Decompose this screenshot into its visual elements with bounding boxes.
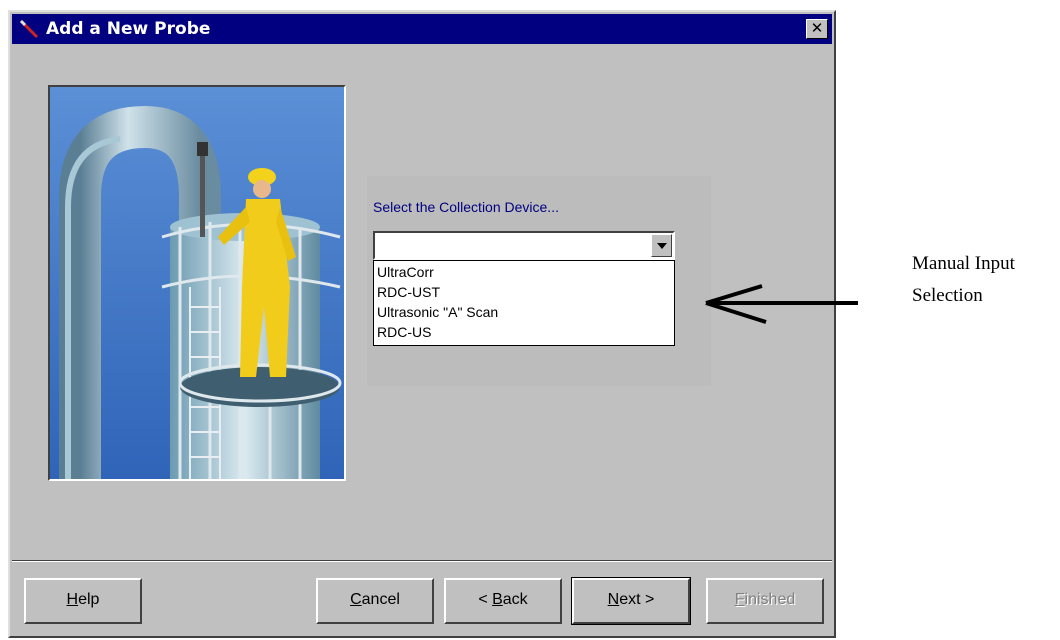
chevron-down-icon — [657, 243, 667, 249]
back-prefix: < — [478, 591, 493, 608]
help-mnemonic: H — [66, 591, 79, 608]
back-mnemonic: B — [492, 591, 503, 608]
finished-mnemonic: F — [734, 591, 745, 608]
close-button[interactable]: ✕ — [806, 19, 828, 39]
annotation-line-1: Manual Input — [912, 253, 1015, 274]
device-options-list[interactable]: UltraCorr RDC-UST Ultrasonic "A" Scan RD… — [373, 260, 675, 346]
collection-device-combo[interactable] — [373, 231, 675, 260]
option-rdc-us[interactable]: RDC-US — [374, 322, 674, 342]
cancel-button[interactable]: Cancel — [316, 578, 434, 624]
option-ultrasonic-a-scan[interactable]: Ultrasonic "A" Scan — [374, 302, 674, 322]
close-icon: ✕ — [810, 19, 824, 37]
next-label: ext > — [619, 591, 655, 608]
finished-label: inished — [744, 591, 796, 608]
back-label: ack — [502, 591, 528, 608]
back-button[interactable]: < Back — [444, 578, 562, 624]
cancel-label: ancel — [361, 591, 400, 608]
collection-device-label: Select the Collection Device... — [373, 199, 559, 215]
help-label: elp — [78, 591, 100, 608]
annotation-line-2: Selection — [912, 285, 983, 306]
refinery-photo — [48, 85, 346, 481]
button-separator — [12, 560, 832, 562]
cancel-mnemonic: C — [350, 591, 362, 608]
option-ultracorr[interactable]: UltraCorr — [374, 262, 674, 282]
dialog-title: Add a New Probe — [46, 19, 211, 39]
help-button[interactable]: Help — [24, 578, 142, 624]
probe-icon — [19, 19, 39, 39]
next-button[interactable]: Next > — [571, 577, 691, 625]
option-rdc-ust[interactable]: RDC-UST — [374, 282, 674, 302]
device-selection-panel: Select the Collection Device... UltraCor… — [367, 176, 711, 386]
manual-input-annotation: Manual Input Selection — [912, 248, 1015, 312]
next-mnemonic: N — [607, 591, 620, 608]
title-bar[interactable]: Add a New Probe ✕ — [12, 14, 832, 44]
combo-dropdown-button[interactable] — [651, 234, 672, 257]
finished-button: Finished — [706, 578, 824, 624]
arrow-left-icon — [705, 284, 858, 324]
